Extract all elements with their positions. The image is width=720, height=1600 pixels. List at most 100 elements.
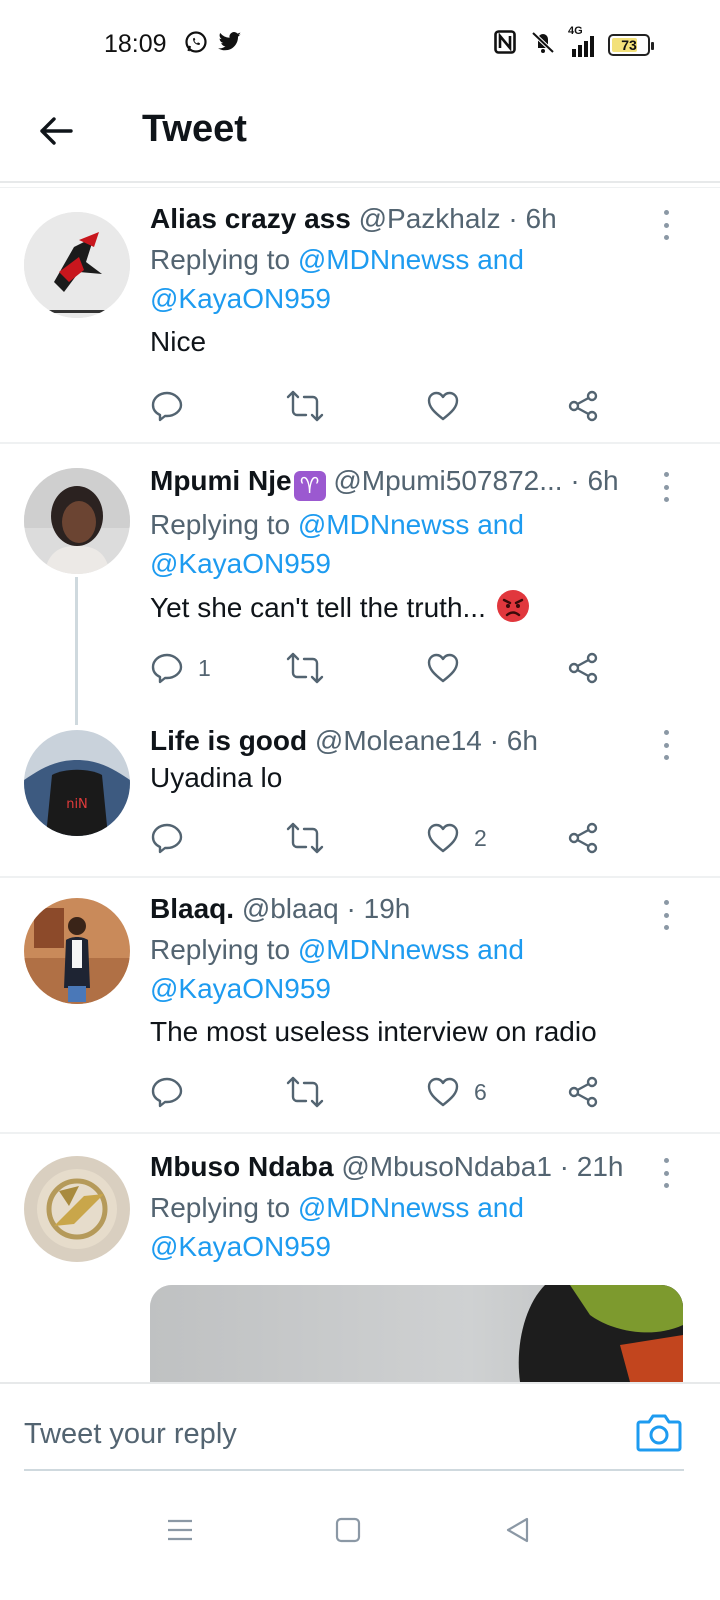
recents-button[interactable] [160,1510,200,1550]
reply-button[interactable] [150,1072,198,1112]
tweet-text: The most useless interview on radio [150,1016,597,1047]
share-button[interactable] [566,648,600,688]
mention-link[interactable]: @MDNnewss and [298,934,524,965]
home-button[interactable] [328,1510,368,1550]
reply-tweet[interactable]: Mpumi Nje ♈ @Mpumi507872... · 6h Replying… [0,444,720,725]
arrow-left-icon [40,117,73,145]
tweet-time: · 19h [346,893,411,924]
avatar[interactable]: niN [24,730,130,836]
tweet-text: Uyadina lo [150,762,283,793]
avatar[interactable] [24,1156,130,1262]
back-button[interactable] [36,111,76,151]
mention-link[interactable]: @KayaON959 [150,548,331,579]
more-options-button[interactable] [654,900,678,930]
heart-icon [427,391,459,421]
like-count: 6 [474,1078,487,1105]
user-handle[interactable]: @Moleane14 [315,725,482,756]
retweet-button[interactable] [286,1072,338,1112]
replying-to-prefix: Replying to [150,1192,298,1223]
tweet-content: Mpumi Nje ♈ @Mpumi507872... · 6h Replying… [150,464,670,626]
like-button[interactable]: 6 [426,1072,487,1112]
share-button[interactable] [566,818,600,858]
retweet-icon [286,1076,324,1108]
header-divider [0,181,720,183]
share-button[interactable] [566,1072,600,1112]
tweet-time: · 6h [489,725,538,756]
retweet-button[interactable] [286,648,338,688]
camera-icon [636,1414,682,1452]
status-system-icons: 4G 73 [494,25,654,59]
more-options-button[interactable] [654,472,678,502]
avatar[interactable] [24,212,130,318]
thread-connector [75,577,78,725]
reply-button[interactable]: 1 [150,648,211,688]
user-handle[interactable]: @MbusoNdaba1 [341,1151,552,1182]
like-button[interactable]: 2 [426,818,487,858]
reply-tweet[interactable]: Blaaq. @blaaq · 19h Replying to @MDNnews… [0,878,720,1132]
retweet-button[interactable] [286,386,338,426]
avatar[interactable] [24,898,130,1004]
replying-to: Replying to @MDNnewss and @KayaON959 [150,930,670,1008]
tweet-actions [150,386,620,426]
display-name[interactable]: Life is good [150,725,307,756]
mention-link[interactable]: @MDNnewss and [298,509,524,540]
retweet-button[interactable] [286,818,338,858]
tweet-header: Alias crazy ass @Pazkhalz · 6h [150,202,670,236]
display-name[interactable]: Blaaq. [150,893,234,924]
top-app-bar: Tweet [0,90,720,180]
share-icon [568,1076,598,1108]
reply-tweet[interactable]: Mbuso Ndaba @MbusoNdaba1 · 21h Replying … [0,1134,720,1382]
display-name[interactable]: Mbuso Ndaba [150,1151,334,1182]
battery-indicator: 73 [608,33,654,56]
tweet-text: Yet she can't tell the truth... [150,589,670,626]
tweet-header: Blaaq. @blaaq · 19h [150,892,670,926]
camera-button[interactable] [636,1412,682,1454]
mention-link[interactable]: @MDNnewss and [298,1192,524,1223]
more-options-button[interactable] [654,1158,678,1188]
reply-tweet[interactable]: niN Life is good @Moleane14 · 6h Uyadina… [0,706,720,876]
tweet-media-image[interactable] [150,1285,683,1382]
more-options-button[interactable] [654,210,678,240]
system-nav-bar [0,1484,720,1600]
tweet-time: · 6h [570,465,619,496]
battery-level: 73 [621,36,637,53]
reply-input[interactable] [24,1412,604,1456]
mention-link[interactable]: @KayaON959 [150,283,331,314]
more-options-button[interactable] [654,730,678,760]
replying-to: Replying to @MDNnewss and @KayaON959 [150,1188,670,1266]
twitter-icon [218,31,242,58]
user-handle[interactable]: @Mpumi507872... [333,465,562,496]
reply-button[interactable] [150,386,198,426]
avatar[interactable] [24,468,130,574]
display-name[interactable]: Alias crazy ass [150,203,351,234]
like-button[interactable] [426,386,474,426]
mention-link[interactable]: @KayaON959 [150,1231,331,1262]
network-type: 4G [568,24,583,37]
menu-icon [168,1519,192,1541]
heart-icon [427,1077,459,1107]
mention-link[interactable]: @KayaON959 [150,973,331,1004]
user-handle[interactable]: @Pazkhalz [359,203,501,234]
like-button[interactable] [426,648,474,688]
display-name[interactable]: Mpumi Nje [150,465,292,496]
reply-button[interactable] [150,818,198,858]
system-back-button[interactable] [498,1510,538,1550]
tweet-actions: 1 [150,648,620,688]
mute-icon [528,30,558,59]
replying-to-prefix: Replying to [150,244,298,275]
tweet-header: Mpumi Nje ♈ @Mpumi507872... · 6h [150,464,670,501]
status-bar: 18:09 4G 73 [0,0,720,90]
replies-feed[interactable]: Alias crazy ass @Pazkhalz · 6h Replying … [0,188,720,1382]
heart-icon [427,653,459,683]
heart-icon [427,823,459,853]
tweet-time: · 21h [559,1151,624,1182]
tweet-content: Mbuso Ndaba @MbusoNdaba1 · 21h Replying … [150,1150,670,1266]
share-button[interactable] [566,386,600,426]
reply-tweet[interactable]: Alias crazy ass @Pazkhalz · 6h Replying … [0,188,720,444]
tweet-time: · 6h [508,203,557,234]
reply-composer [0,1384,720,1480]
mention-link[interactable]: @MDNnewss and [298,244,524,275]
tweet-text-content: Yet she can't tell the truth... [150,592,486,623]
user-handle[interactable]: @blaaq [242,893,339,924]
angry-face-icon [496,590,529,622]
